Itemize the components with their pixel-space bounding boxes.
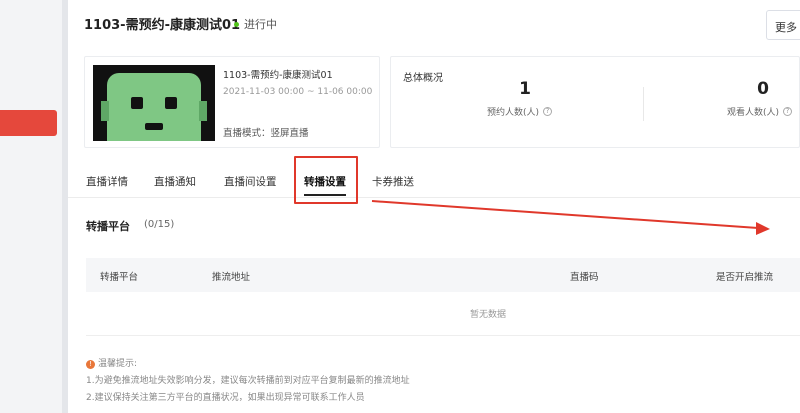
relay-platform-count: (0/15) [144, 219, 175, 230]
robot-avatar-icon [101, 73, 207, 141]
live-card-mode: 直播模式：竖屏直播 [223, 128, 309, 139]
live-card-date: 2021-11-03 00:00 ~ 11-06 00:00 [223, 87, 373, 97]
overview-title: 总体概况 [403, 73, 443, 84]
main-panel: 1103-需预约-康康测试01 进行中 更多 1103-需预约-康康测试01 2… [68, 0, 800, 413]
empty-text: 暂无数据 [470, 310, 507, 320]
status-text: 进行中 [244, 18, 277, 31]
viewer-count: 0 [757, 79, 769, 99]
live-info-card: 1103-需预约-康康测试01 2021-11-03 00:00 ~ 11-06… [84, 56, 380, 148]
page-title: 1103-需预约-康康测试01 [84, 18, 241, 33]
warning-icon: ! [86, 360, 95, 369]
column-header: 转播平台 [100, 272, 139, 283]
tips-title-text: 温馨提示: [98, 359, 138, 369]
reservation-label-text: 预约人数(人) [487, 108, 540, 118]
tips-block: ! 温馨提示: 1.为避免推流地址失效影响分发，建议每次转播前到对应平台复制最新… [86, 356, 410, 407]
status-badge: 进行中 [234, 16, 277, 32]
column-header: 是否开启推流 [716, 272, 774, 283]
help-icon[interactable]: ? [783, 107, 793, 116]
tips-title: ! 温馨提示: [86, 356, 410, 373]
tip-line: 2.建议保持关注第三方平台的直播状况，如果出现异常可联系工作人员 [86, 393, 365, 403]
table-header: 转播平台 推流地址 直播码 是否开启推流 [86, 258, 800, 292]
live-cover-image [93, 65, 215, 141]
tab-highlight-box [294, 156, 358, 204]
relay-platform-title: 转播平台 [86, 220, 130, 233]
reservation-label: 预约人数(人) ? [487, 105, 553, 118]
help-icon[interactable]: ? [543, 107, 553, 116]
tip-line: 1.为避免推流地址失效影响分发，建议每次转播前到对应平台复制最新的推流地址 [86, 376, 410, 386]
tab-live-notice[interactable]: 直播通知 [154, 174, 196, 189]
column-header: 推流地址 [212, 272, 251, 283]
left-nav-active-item[interactable] [0, 110, 57, 136]
left-nav-rail [0, 0, 62, 413]
tab-live-detail[interactable]: 直播详情 [86, 174, 128, 189]
viewer-label: 观看人数(人) ? [727, 105, 793, 118]
overview-divider [643, 87, 644, 121]
status-dot-icon [234, 21, 239, 27]
tab-coupon-push[interactable]: 卡券推送 [372, 174, 414, 189]
overview-card: 总体概况 1 预约人数(人) ? 0 观看人数(人) ? [390, 56, 800, 148]
table-empty-row: 暂无数据 [86, 292, 800, 336]
more-button[interactable]: 更多 [766, 10, 800, 40]
tab-bar: 直播详情 直播通知 直播间设置 转播设置 卡券推送 [68, 168, 800, 198]
column-header: 直播码 [570, 272, 599, 283]
live-card-title: 1103-需预约-康康测试01 [223, 70, 333, 81]
reservation-count: 1 [519, 79, 531, 99]
tab-room-settings[interactable]: 直播间设置 [224, 174, 277, 189]
viewer-label-text: 观看人数(人) [727, 108, 780, 118]
